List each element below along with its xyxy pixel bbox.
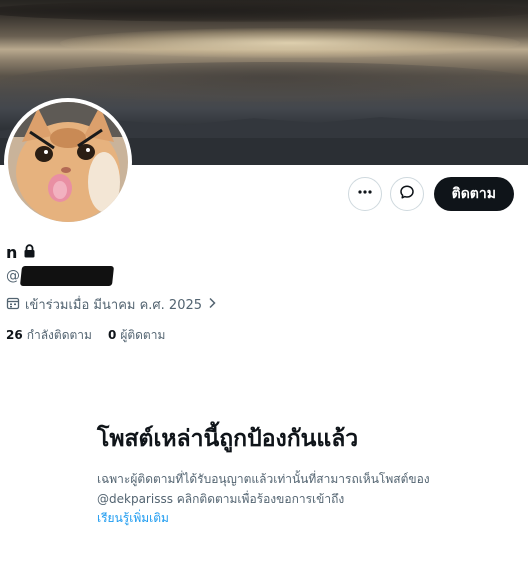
following-stat[interactable]: 26 กำลังติดตาม [6, 326, 92, 345]
display-name: n [6, 243, 18, 262]
profile-name-row: n [6, 243, 36, 262]
protected-title: โพสต์เหล่านี้ถูกป้องกันแล้ว [97, 426, 359, 452]
following-label: กำลังติดตาม [26, 328, 92, 342]
avatar[interactable] [4, 98, 132, 226]
avatar-cat-image [8, 102, 128, 222]
profile-actions: ติดตาม [347, 177, 514, 211]
follow-button[interactable]: ติดตาม [433, 177, 514, 211]
followers-label: ผู้ติดตาม [120, 328, 166, 342]
handle-row: @ [6, 266, 115, 286]
joined-text: เข้าร่วมเมื่อ มีนาคม ค.ศ. 2025 [25, 298, 203, 313]
followers-count: 0 [107, 328, 117, 342]
protected-notice: โพสต์เหล่านี้ถูกป้องกันแล้ว เฉพาะผู้ติดต… [97, 423, 437, 527]
lock-icon [23, 243, 36, 262]
message-button[interactable] [389, 177, 424, 211]
followers-stat[interactable]: 0 ผู้ติดตาม [108, 326, 165, 345]
message-icon [399, 184, 415, 204]
banner-cloud-band [0, 62, 528, 102]
learn-more-link[interactable]: เรียนรู้เพิ่มเติม [97, 509, 437, 527]
follow-stats: 26 กำลังติดตาม 0 ผู้ติดตาม [6, 326, 165, 345]
following-count: 26 [6, 328, 23, 342]
protected-body: เฉพาะผู้ติดตามที่ได้รับอนุญาตแล้วเท่านั้… [97, 472, 430, 506]
more-button[interactable] [347, 177, 382, 211]
banner-cloud [0, 0, 528, 22]
handle-redaction [19, 266, 115, 286]
handle-prefix: @ [6, 268, 20, 284]
chevron-right-icon [207, 297, 217, 313]
joined-date[interactable]: เข้าร่วมเมื่อ มีนาคม ค.ศ. 2025 [6, 294, 217, 315]
more-icon [357, 184, 373, 204]
banner-sky-glow [60, 28, 520, 58]
calendar-icon [6, 296, 20, 314]
